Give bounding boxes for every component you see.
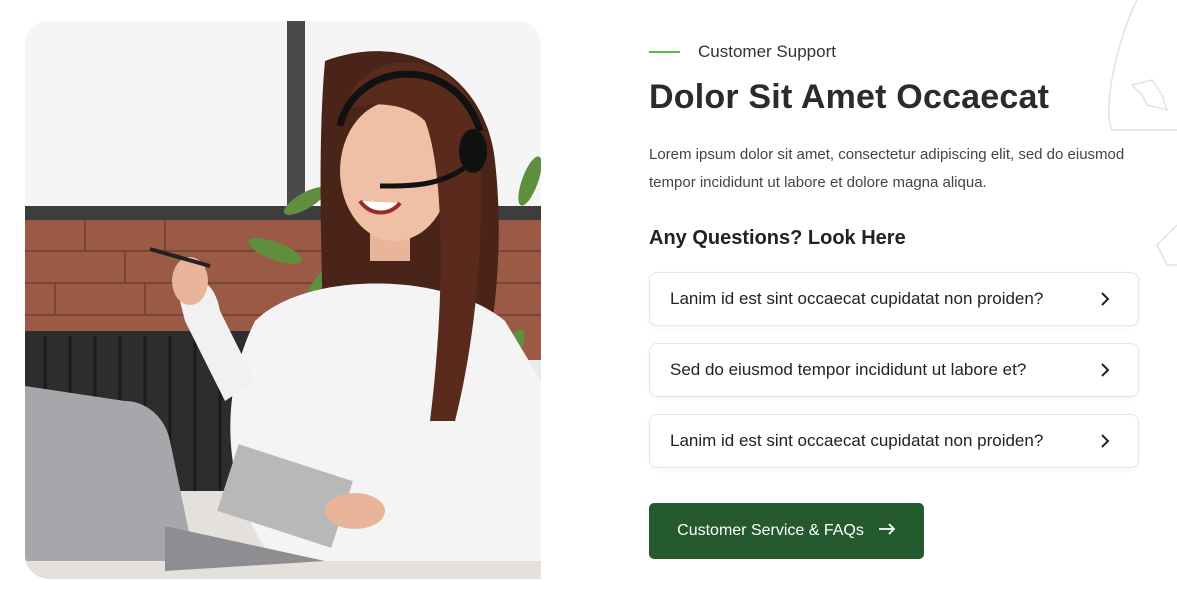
eyebrow: Customer Support <box>649 42 836 62</box>
chevron-right-icon <box>1100 292 1114 306</box>
chevron-right-icon <box>1100 434 1114 448</box>
arrow-right-icon <box>878 522 896 540</box>
faq-item[interactable]: Sed do eiusmod tempor incididunt ut labo… <box>649 343 1139 397</box>
eyebrow-label: Customer Support <box>698 42 836 61</box>
questions-heading: Any Questions? Look Here <box>649 227 906 249</box>
section-title: Dolor Sit Amet Occaecat <box>649 78 1050 116</box>
cta-label: Customer Service & FAQs <box>677 522 864 539</box>
section-description: Lorem ipsum dolor sit amet, consectetur … <box>649 146 1125 191</box>
eyebrow-accent-line <box>649 51 680 53</box>
chevron-right-icon <box>1100 363 1114 377</box>
faq-item[interactable]: Lanim id est sint occaecat cupidatat non… <box>649 414 1139 468</box>
faq-question: Lanim id est sint occaecat cupidatat non… <box>670 289 1044 308</box>
faq-item[interactable]: Lanim id est sint occaecat cupidatat non… <box>649 272 1139 326</box>
decorative-outline-shape <box>1108 0 1177 266</box>
support-agent-photo <box>25 21 541 579</box>
support-agent-illustration <box>25 21 541 579</box>
customer-service-faqs-button[interactable]: Customer Service & FAQs <box>649 503 924 559</box>
faq-question: Sed do eiusmod tempor incididunt ut labo… <box>670 360 1027 379</box>
faq-question: Lanim id est sint occaecat cupidatat non… <box>670 431 1044 450</box>
